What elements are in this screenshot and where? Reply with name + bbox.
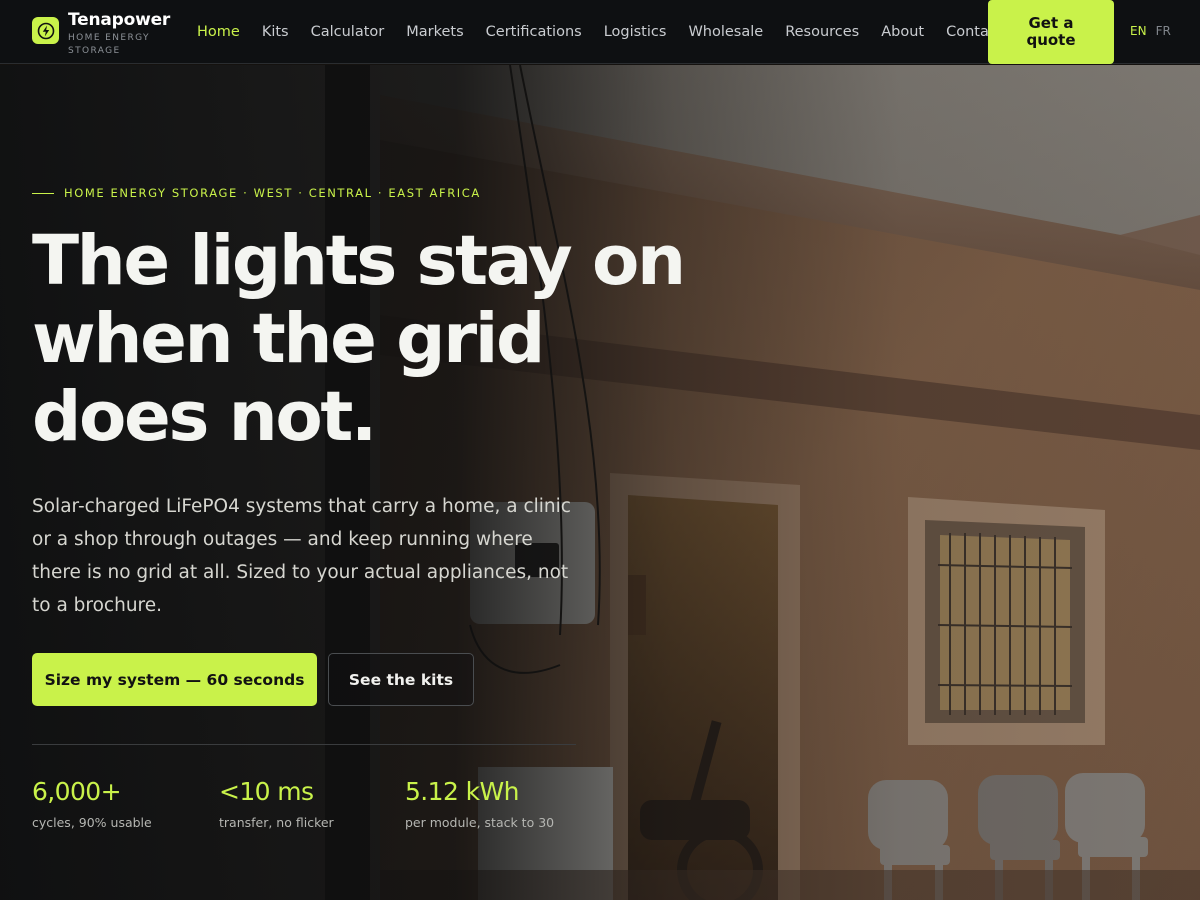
brand-tagline: HOME ENERGY STORAGE — [68, 33, 150, 56]
nav-item-about[interactable]: About — [881, 24, 924, 40]
stat-module-capacity: 5.12 kWh per module, stack to 30 — [405, 777, 554, 830]
language-en[interactable]: EN — [1130, 24, 1147, 38]
hero-description: Solar-charged LiFePO4 systems that carry… — [32, 496, 571, 616]
nav-item-logistics[interactable]: Logistics — [604, 24, 667, 40]
headline-line-2: when the grid — [32, 299, 545, 379]
stat-value: <10 ms — [219, 777, 314, 806]
hero-eyebrow-text: HOME ENERGY STORAGE · WEST · CENTRAL · E… — [64, 186, 481, 200]
brand-name: Tenapower — [68, 10, 171, 30]
size-my-system-button[interactable]: Size my system — 60 seconds — [32, 653, 317, 706]
nav-item-home[interactable]: Home — [197, 24, 240, 40]
size-my-system-label: Size my system — 60 seconds — [44, 670, 305, 689]
stat-cycles: 6,000+ cycles, 90% usable — [32, 777, 152, 830]
headline-line-3: does not. — [32, 377, 377, 457]
stat-label: transfer, no flicker — [219, 815, 334, 830]
headline-line-1: The lights stay on — [32, 221, 686, 301]
get-quote-button[interactable]: Get a quote — [988, 0, 1114, 64]
main-nav: Home Kits Calculator Markets Certificati… — [197, 0, 1025, 64]
brand-logo[interactable]: Tenapower HOME ENERGY STORAGE — [32, 10, 170, 58]
eyebrow-rule — [32, 192, 54, 194]
stat-label: cycles, 90% usable — [32, 815, 152, 830]
hero-headline: The lights stay on when the grid does no… — [32, 221, 686, 457]
language-fr[interactable]: FR — [1156, 24, 1171, 38]
see-the-kits-label: See the kits — [348, 670, 454, 689]
stat-transfer: <10 ms transfer, no flicker — [219, 777, 334, 830]
hero-eyebrow: HOME ENERGY STORAGE · WEST · CENTRAL · E… — [32, 186, 481, 200]
nav-item-certifications[interactable]: Certifications — [486, 24, 582, 40]
get-quote-label: Get a quote — [1026, 14, 1076, 49]
site-header: Tenapower HOME ENERGY STORAGE Home Kits … — [0, 0, 1200, 64]
nav-item-resources[interactable]: Resources — [785, 24, 859, 40]
nav-item-calculator[interactable]: Calculator — [311, 24, 385, 40]
lightning-bolt-icon — [32, 17, 59, 44]
see-the-kits-button[interactable]: See the kits — [328, 653, 474, 706]
nav-item-kits[interactable]: Kits — [262, 24, 289, 40]
stat-value: 6,000+ — [32, 777, 122, 806]
nav-item-wholesale[interactable]: Wholesale — [688, 24, 763, 40]
stat-label: per module, stack to 30 — [405, 815, 555, 830]
stat-value: 5.12 kWh — [405, 777, 519, 806]
nav-item-markets[interactable]: Markets — [406, 24, 463, 40]
stats-divider — [32, 744, 576, 745]
language-switcher: EN FR — [1130, 24, 1180, 38]
